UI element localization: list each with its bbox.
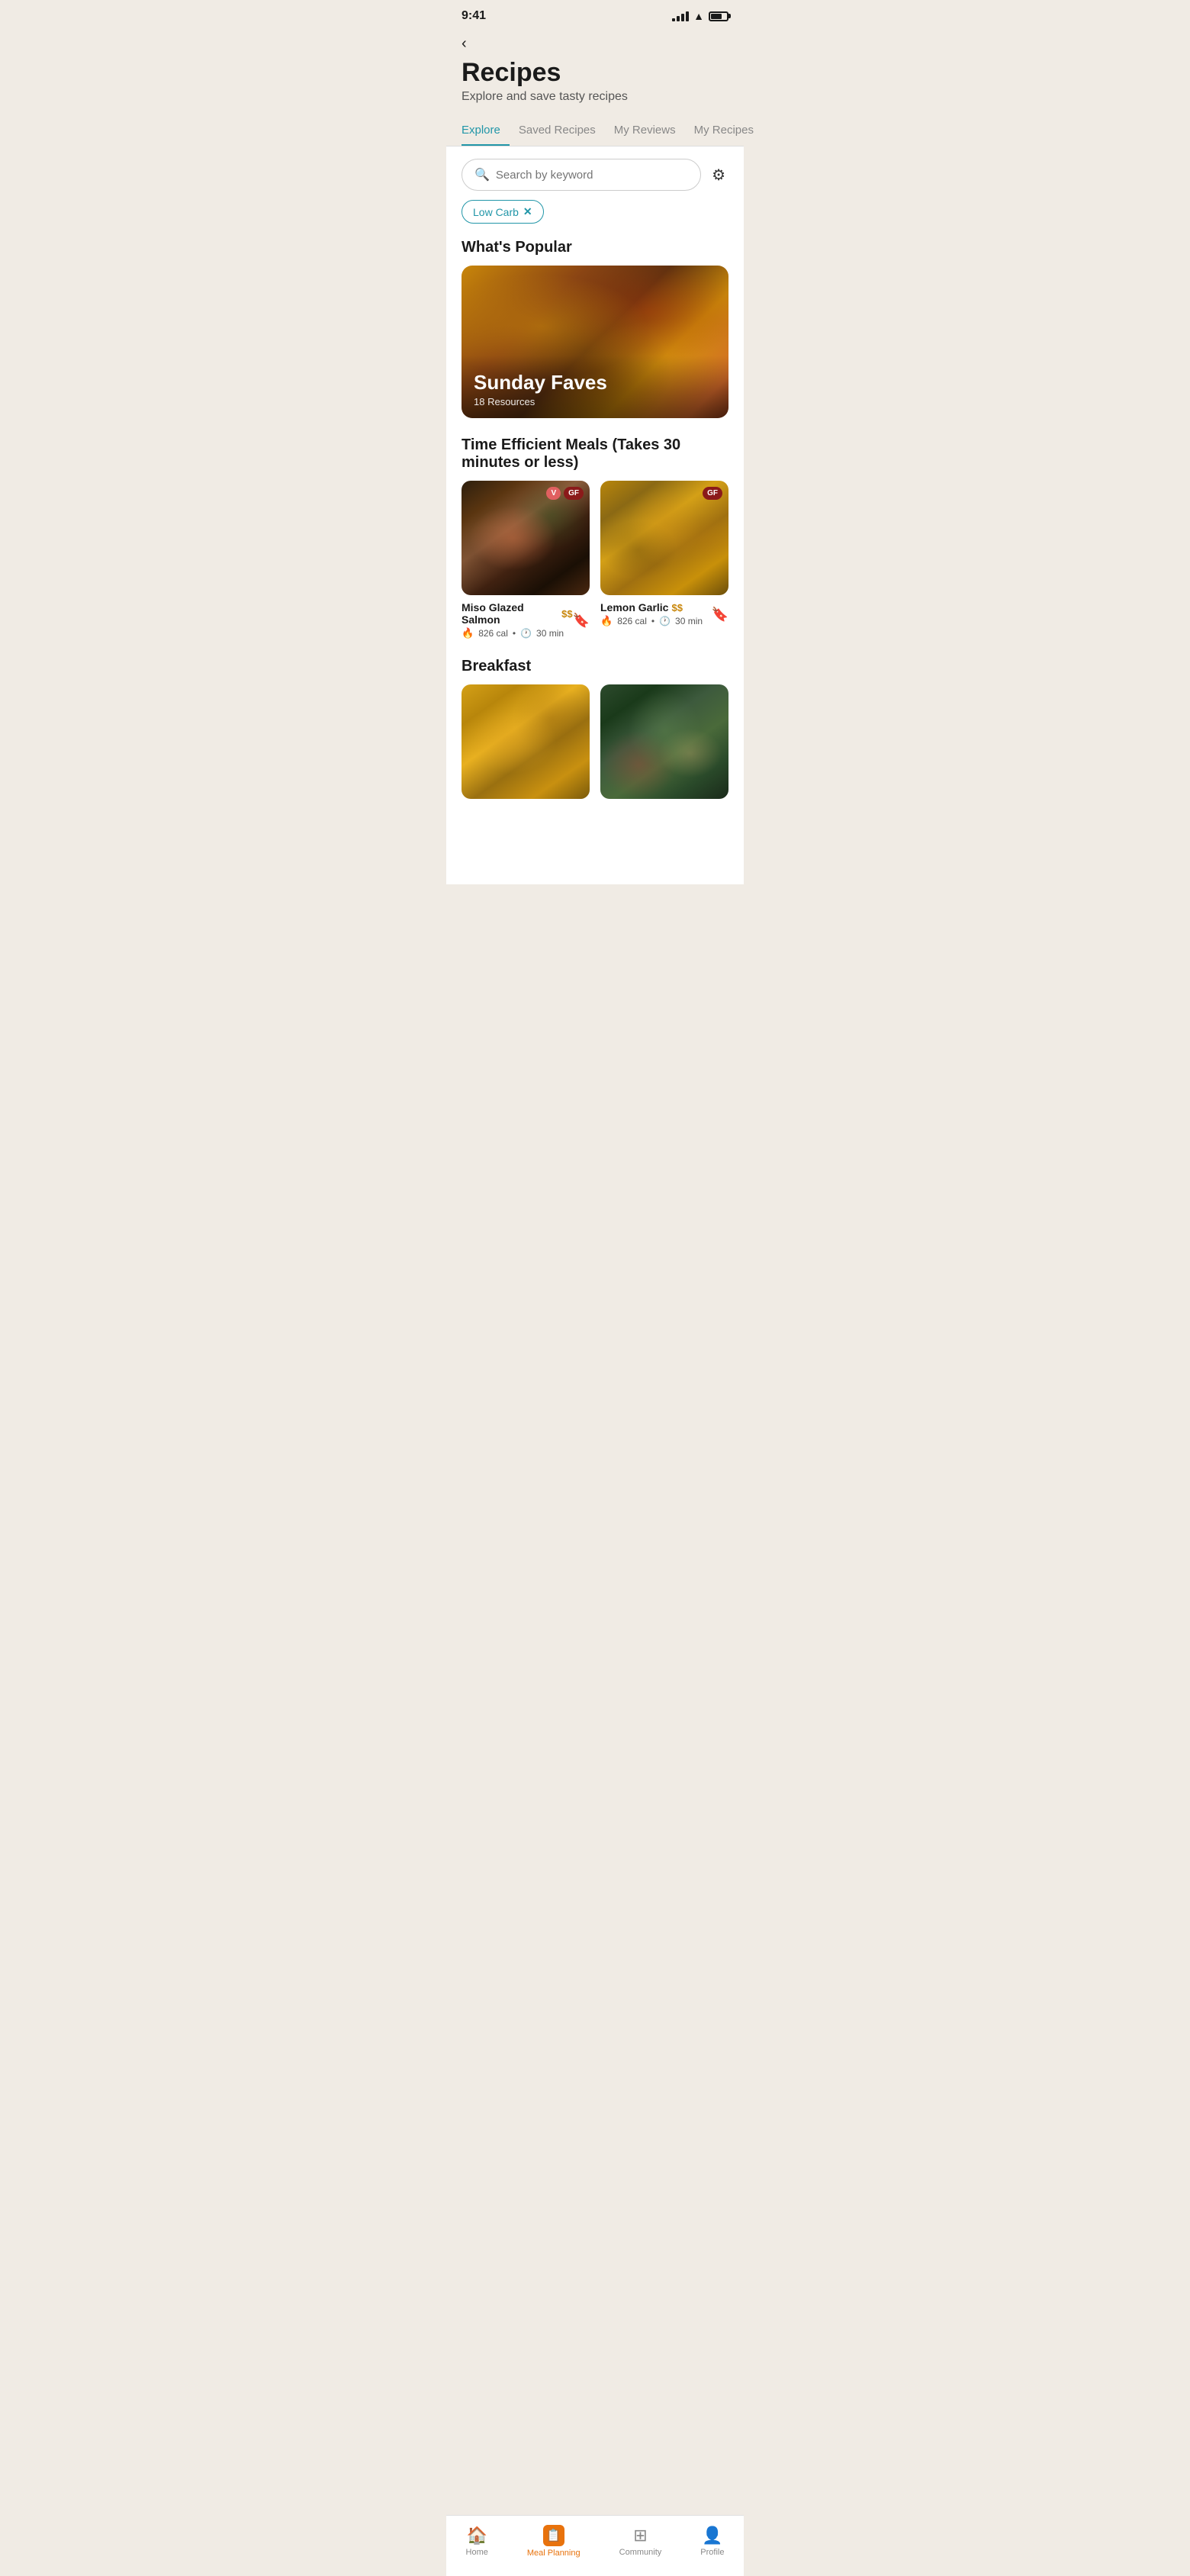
popular-card-title: Sunday Faves bbox=[474, 371, 716, 394]
filter-tags: Low Carb ✕ bbox=[462, 200, 728, 224]
popular-card[interactable]: Sunday Faves 18 Resources bbox=[462, 266, 728, 418]
recipe-card-breakfast2[interactable] bbox=[600, 684, 728, 805]
nav-item-meal-planning[interactable]: 📋 Meal Planning bbox=[515, 2522, 593, 2561]
tab-saved-recipes[interactable]: Saved Recipes bbox=[510, 116, 605, 146]
home-icon: 🏠 bbox=[466, 2526, 487, 2545]
clock-icon-salmon: 🕐 bbox=[520, 628, 532, 639]
battery-icon bbox=[709, 11, 728, 21]
calories-salmon: 826 cal bbox=[478, 628, 508, 639]
back-button[interactable]: ‹ bbox=[462, 32, 467, 56]
recipe-info-chicken: Lemon Garlic $$ 🔥 826 cal • 🕐 30 min 🔖 bbox=[600, 601, 728, 627]
nav-item-profile[interactable]: 👤 Profile bbox=[688, 2523, 736, 2560]
badge-gf-chicken: GF bbox=[703, 487, 722, 500]
clock-icon-chicken: 🕐 bbox=[659, 616, 671, 626]
status-bar: 9:41 ▲ bbox=[446, 0, 744, 26]
recipe-info-salmon: Miso Glazed Salmon $$ 🔥 826 cal • 🕐 30 m… bbox=[462, 601, 590, 639]
breakfast-grid bbox=[462, 684, 728, 805]
main-content: 🔍 ⚙ Low Carb ✕ What's Popular Sunday Fav… bbox=[446, 147, 744, 884]
filter-tag-close-icon[interactable]: ✕ bbox=[523, 205, 532, 218]
page-subtitle: Explore and save tasty recipes bbox=[462, 90, 728, 104]
time-efficient-section-title: Time Efficient Meals (Takes 30 minutes o… bbox=[462, 436, 728, 472]
popular-card-subtitle: 18 Resources bbox=[474, 396, 716, 407]
bookmark-button-chicken[interactable]: 🔖 bbox=[712, 607, 728, 623]
wifi-icon: ▲ bbox=[693, 10, 704, 22]
recipe-card-salmon[interactable]: V GF Miso Glazed Salmon $$ 🔥 826 cal • 🕐 bbox=[462, 481, 590, 639]
nav-item-home[interactable]: 🏠 Home bbox=[454, 2523, 500, 2560]
bookmark-button-salmon[interactable]: 🔖 bbox=[573, 613, 590, 629]
recipe-card-chicken-image: GF bbox=[600, 481, 728, 595]
bottom-nav: 🏠 Home 📋 Meal Planning ⊞ Community 👤 Pro… bbox=[446, 2515, 744, 2576]
recipe-card-salmon-image: V GF bbox=[462, 481, 590, 595]
time-salmon: 30 min bbox=[536, 628, 564, 639]
nav-label-community: Community bbox=[619, 2548, 662, 2557]
breakfast-section-title: Breakfast bbox=[462, 658, 728, 675]
filter-button[interactable]: ⚙ bbox=[709, 163, 728, 188]
price-tag-chicken: $$ bbox=[671, 602, 682, 613]
badge-v: V bbox=[546, 487, 561, 500]
meal-planning-icon: 📋 bbox=[543, 2525, 564, 2546]
page-title: Recipes bbox=[462, 59, 728, 87]
recipe-meta-chicken: 🔥 826 cal • 🕐 30 min bbox=[600, 615, 703, 627]
time-efficient-grid: V GF Miso Glazed Salmon $$ 🔥 826 cal • 🕐 bbox=[462, 481, 728, 639]
filter-tag-low-carb[interactable]: Low Carb ✕ bbox=[462, 200, 544, 224]
fire-icon-salmon: 🔥 bbox=[462, 627, 474, 639]
tab-explore[interactable]: Explore bbox=[462, 116, 510, 146]
recipe-card-breakfast2-image bbox=[600, 684, 728, 799]
filter-tag-label: Low Carb bbox=[473, 206, 519, 218]
nav-label-home: Home bbox=[466, 2548, 488, 2557]
calories-chicken: 826 cal bbox=[617, 616, 647, 626]
tabs-container: Explore Saved Recipes My Reviews My Reci… bbox=[446, 116, 744, 147]
tab-my-recipes[interactable]: My Recipes bbox=[685, 116, 763, 146]
popular-section-title: What's Popular bbox=[462, 239, 728, 256]
badge-row-chicken: GF bbox=[703, 487, 722, 500]
search-input[interactable] bbox=[496, 169, 688, 182]
nav-label-meal-planning: Meal Planning bbox=[527, 2549, 581, 2558]
recipe-card-breakfast1-image bbox=[462, 684, 590, 799]
recipe-name-chicken: Lemon Garlic $$ bbox=[600, 601, 703, 613]
filter-icon: ⚙ bbox=[712, 166, 725, 185]
search-row: 🔍 ⚙ bbox=[462, 159, 728, 191]
time-chicken: 30 min bbox=[675, 616, 703, 626]
search-icon: 🔍 bbox=[474, 167, 490, 182]
header: ‹ Recipes Explore and save tasty recipes bbox=[446, 26, 744, 104]
recipe-name-salmon: Miso Glazed Salmon $$ bbox=[462, 601, 573, 626]
status-time: 9:41 bbox=[462, 9, 486, 23]
status-icons: ▲ bbox=[672, 10, 728, 22]
recipe-meta-salmon: 🔥 826 cal • 🕐 30 min bbox=[462, 627, 573, 639]
search-input-wrapper[interactable]: 🔍 bbox=[462, 159, 701, 191]
fire-icon-chicken: 🔥 bbox=[600, 615, 613, 627]
profile-icon: 👤 bbox=[702, 2526, 722, 2545]
popular-card-overlay: Sunday Faves 18 Resources bbox=[462, 356, 728, 418]
recipe-card-breakfast1[interactable] bbox=[462, 684, 590, 805]
badge-row-salmon: V GF bbox=[546, 487, 584, 500]
signal-icon bbox=[672, 11, 689, 21]
nav-item-community[interactable]: ⊞ Community bbox=[607, 2523, 674, 2560]
nav-label-profile: Profile bbox=[700, 2548, 724, 2557]
tab-my-reviews[interactable]: My Reviews bbox=[605, 116, 685, 146]
price-tag-salmon: $$ bbox=[561, 608, 572, 620]
recipe-card-chicken[interactable]: GF Lemon Garlic $$ 🔥 826 cal • 🕐 30 min bbox=[600, 481, 728, 639]
community-icon: ⊞ bbox=[633, 2526, 647, 2545]
badge-gf-salmon: GF bbox=[564, 487, 584, 500]
